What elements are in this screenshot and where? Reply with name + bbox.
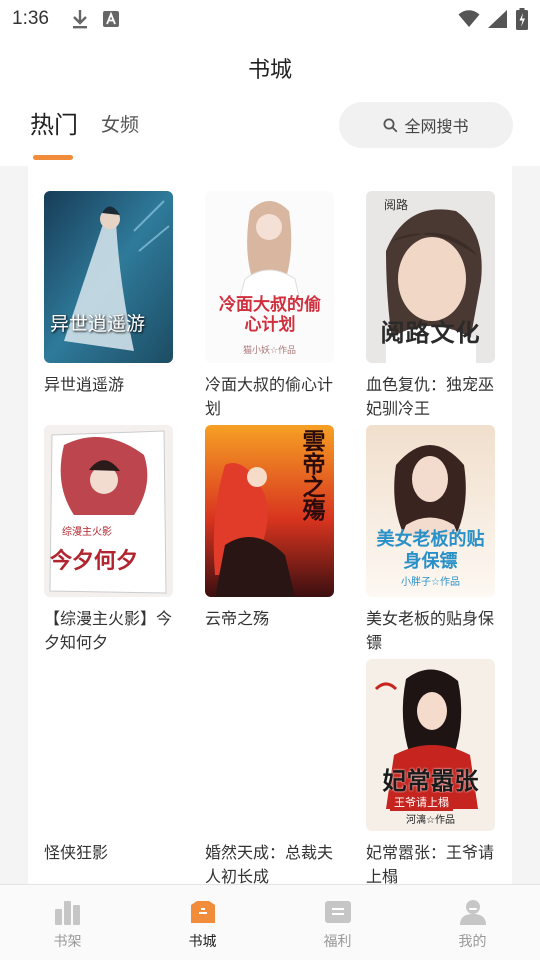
active-tab-indicator xyxy=(33,155,73,160)
cover-title: 冷面大叔的偷心计划 xyxy=(219,295,321,335)
book-card[interactable]: 冷面大叔的偷心计划 猫小妖☆作品 冷面大叔的偷心计划 xyxy=(205,191,335,421)
book-cover[interactable]: 美女老板的贴身保镖 小胖子☆作品 xyxy=(366,425,495,597)
book-title[interactable]: 云帝之殇 xyxy=(205,607,335,631)
welfare-icon xyxy=(324,901,351,923)
book-card[interactable]: 异世逍遥游 异世逍遥游 xyxy=(44,191,174,397)
nav-label: 福利 xyxy=(323,934,352,950)
nav-profile[interactable]: 我的 xyxy=(405,885,540,960)
cover-title: 妃常嚣张 xyxy=(382,766,479,795)
book-cover[interactable]: 综漫主火影 今夕何夕 xyxy=(44,425,173,597)
book-grid: 异世逍遥游 异世逍遥游 冷面大叔的偷心计划 猫小妖☆作品 冷面大叔的偷心计划 阅… xyxy=(28,166,512,886)
cover-author: 小胖子☆作品 xyxy=(401,577,460,588)
cover-title: 美女老板的贴身保镖 xyxy=(376,529,485,572)
content-margin-left xyxy=(0,166,28,886)
book-card[interactable]: 怪侠狂影 xyxy=(44,659,174,865)
book-cover-empty[interactable] xyxy=(44,659,173,831)
nav-welfare[interactable]: 福利 xyxy=(270,885,405,960)
book-title[interactable]: 【综漫主火影】今夕知何夕 xyxy=(44,607,174,655)
book-card[interactable]: 雲帝之殤 云帝之殇 xyxy=(205,425,335,631)
page-title: 书城 xyxy=(247,58,292,83)
book-card[interactable]: 美女老板的贴身保镖 小胖子☆作品 美女老板的贴身保镖 xyxy=(366,425,496,655)
book-title[interactable]: 怪侠狂影 xyxy=(44,841,174,865)
cover-author: 河漓☆作品 xyxy=(406,815,455,826)
wifi-icon xyxy=(458,10,480,27)
status-time: 1:36 xyxy=(12,8,49,29)
tab-hot[interactable]: 热门 xyxy=(30,105,78,140)
status-left-icons xyxy=(71,9,119,29)
book-cover[interactable]: 异世逍遥游 xyxy=(44,191,173,363)
book-cover[interactable]: 阅路 阅路文化 xyxy=(366,191,495,363)
cover-subtitle: 综漫主火影 xyxy=(62,527,112,538)
book-card[interactable]: 婚然天成：总裁夫人初长成 xyxy=(205,659,335,886)
book-card[interactable]: 阅路 阅路文化 血色复仇：独宠巫妃驯冷王 xyxy=(366,191,496,421)
book-cover[interactable]: 雲帝之殤 xyxy=(205,425,334,597)
nav-label: 书城 xyxy=(188,934,217,950)
content-margin-right xyxy=(512,166,540,886)
book-cover[interactable]: 冷面大叔的偷心计划 猫小妖☆作品 xyxy=(205,191,334,363)
status-right-icons xyxy=(458,8,528,30)
book-title[interactable]: 妃常嚣张：王爷请上榻 xyxy=(366,841,496,886)
search-label: 全网搜书 xyxy=(404,117,469,136)
store-icon xyxy=(190,901,215,923)
cover-title: 雲帝之殤 xyxy=(298,429,325,521)
bottom-nav: 书架 书城 福利 我的 xyxy=(0,884,540,960)
search-icon xyxy=(383,118,398,132)
book-title[interactable]: 美女老板的贴身保镖 xyxy=(366,607,496,655)
download-icon xyxy=(72,10,87,29)
tab-female[interactable]: 女频 xyxy=(101,110,139,137)
nav-store[interactable]: 书城 xyxy=(135,885,270,960)
book-title[interactable]: 婚然天成：总裁夫人初长成 xyxy=(205,841,335,886)
search-all-button[interactable]: 全网搜书 xyxy=(339,102,513,148)
book-card[interactable]: 妃常嚣张 王爷请上榻 河漓☆作品 妃常嚣张：王爷请上榻 xyxy=(366,659,496,886)
nav-label: 书架 xyxy=(53,934,82,950)
nav-label: 我的 xyxy=(458,934,487,950)
battery-icon xyxy=(516,8,528,30)
cover-brand: 阅路 xyxy=(384,198,409,212)
book-title[interactable]: 异世逍遥游 xyxy=(44,373,174,397)
book-title[interactable]: 冷面大叔的偷心计划 xyxy=(205,373,335,421)
status-bar: 1:36 xyxy=(0,0,540,38)
cover-title: 阅路文化 xyxy=(380,318,481,347)
signal-icon xyxy=(488,10,507,28)
bookshelf-icon xyxy=(54,901,80,925)
cover-subtitle: 王爷请上榻 xyxy=(390,793,453,811)
cover-title: 今夕何夕 xyxy=(50,548,139,574)
font-app-icon xyxy=(102,11,119,27)
cover-title: 异世逍遥游 xyxy=(50,313,146,335)
cover-author: 猫小妖☆作品 xyxy=(242,346,297,356)
book-cover-empty[interactable] xyxy=(205,659,334,831)
book-cover[interactable]: 妃常嚣张 王爷请上榻 河漓☆作品 xyxy=(366,659,495,831)
book-card[interactable]: 综漫主火影 今夕何夕 【综漫主火影】今夕知何夕 xyxy=(44,425,174,655)
book-title[interactable]: 血色复仇：独宠巫妃驯冷王 xyxy=(366,373,496,421)
profile-icon xyxy=(459,900,486,925)
nav-bookshelf[interactable]: 书架 xyxy=(0,885,135,960)
